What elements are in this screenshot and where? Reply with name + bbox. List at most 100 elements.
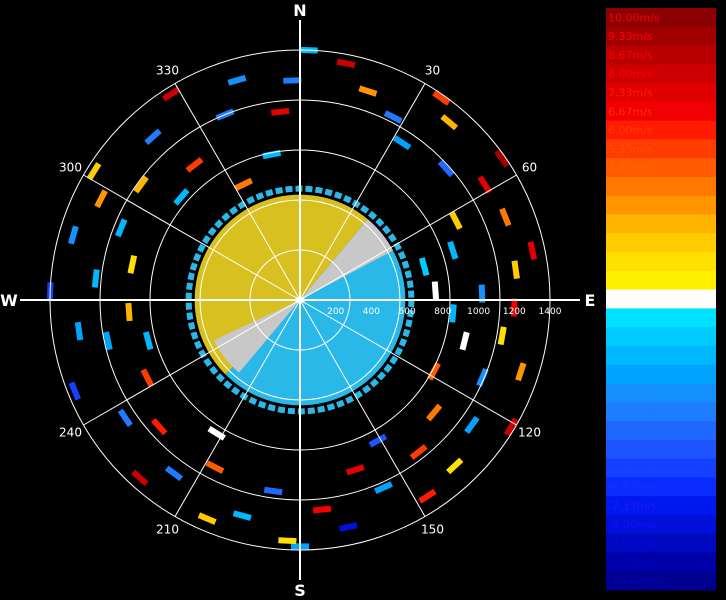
echo-mark [151,418,168,436]
scale-label: -10.00m/s [608,575,664,588]
echo-mark [205,460,225,474]
echo-mark [418,257,430,277]
echo-mark [418,488,437,504]
scale-label: -5.33m/s [608,443,657,456]
echo-mark [409,444,428,460]
bearing-label: 240 [59,426,82,440]
echo-mark [497,326,507,346]
echo-mark [117,408,133,427]
echo-mark [426,403,443,422]
echo-mark [383,110,403,124]
scale-label: 4.00m/s [608,180,653,193]
compass-west: W [0,291,18,310]
scale-label: -2.00m/s [608,349,657,362]
bearing-label: 120 [518,426,541,440]
echo-mark [115,218,128,238]
echo-mark [94,189,108,209]
scale-label: 9.33m/s [608,30,653,43]
bearing-label: 150 [421,523,444,537]
echo-mark [142,331,154,351]
compass-north: N [293,1,306,20]
bearing-label: 210 [156,523,179,537]
echo-mark [464,415,480,434]
scale-label: -3.33m/s [608,387,657,400]
scale-label: 2.00m/s [608,237,653,250]
echo-mark [374,481,393,495]
echo-mark [278,537,297,545]
range-label: 1400 [539,307,562,317]
radar-plot: N E S W 30 60 120 150 210 240 300 330 200 400 600 800 10… [0,1,596,600]
scale-label: -4.67m/s [608,424,657,437]
echo-mark [338,522,358,532]
echo-mark [125,302,133,322]
bearing-label: 60 [522,161,537,175]
echo-mark [227,74,247,86]
range-label: 800 [434,307,451,317]
color-scale-legend: 10.00m/s 9.33m/s 8.67m/s 8.00m/s 7.33m/s 6.67… [606,8,716,591]
scale-label: 0.00m/s [608,293,653,306]
echo-mark [527,241,538,261]
echo-mark [283,77,302,84]
scale-label: 8.67m/s [608,49,653,62]
echo-mark [263,486,283,496]
range-label: 200 [327,307,344,317]
echo-mark [431,281,440,300]
scale-label: -6.00m/s [608,462,657,475]
echo-mark [270,107,290,116]
scale-label: 6.00m/s [608,124,653,137]
scale-label: 4.67m/s [608,162,653,175]
scale-label: 10.00m/s [608,11,660,24]
echo-mark [74,321,84,341]
scale-label: -6.67m/s [608,481,657,494]
echo-mark [336,58,356,69]
range-label: 400 [363,307,380,317]
scale-label: -7.33m/s [608,500,657,513]
compass-east: E [585,291,596,310]
echo-mark [446,457,464,475]
scale-label: 5.33m/s [608,143,653,156]
echo-mark [91,269,100,288]
echo-mark [345,464,365,476]
compass-south: S [294,581,306,600]
scale-label: 6.67m/s [608,105,653,118]
scale-label: 3.33m/s [608,199,653,212]
echo-mark [447,240,459,260]
echo-mark [499,207,512,227]
range-label: 1200 [503,307,526,317]
echo-mark [234,177,254,192]
range-label: 1000 [467,307,490,317]
echo-mark [449,211,463,230]
echo-mark [477,175,493,194]
echo-mark [197,512,217,525]
echo-mark [440,114,459,131]
echo-mark [68,381,81,401]
scale-label: 2.67m/s [608,218,653,231]
echo-mark [68,225,79,245]
scale-label: -1.33m/s [608,331,657,344]
echo-mark [515,362,527,382]
range-label: 600 [399,307,416,317]
bearing-label: 30 [425,64,440,78]
echo-mark [127,254,138,274]
echo-mark [131,469,149,487]
bearing-label: 300 [59,161,82,175]
echo-mark [392,135,412,151]
echo-mark [459,331,470,351]
scale-label: 0.67m/s [608,274,653,287]
scale-label: 8.00m/s [608,68,653,81]
echo-mark [232,510,252,521]
bearing-label: 330 [156,64,179,78]
scale-label: -8.00m/s [608,518,657,531]
scale-label: -9.33m/s [608,556,657,569]
scale-label: -0.67m/s [608,312,657,325]
echo-mark [140,368,155,388]
echo-mark [164,465,184,482]
scale-label: -4.00m/s [608,406,657,419]
scale-label: 7.33m/s [608,87,653,100]
echo-mark [437,159,455,178]
echo-mark [185,156,204,173]
scale-label: -2.67m/s [608,368,657,381]
echo-mark [358,85,378,97]
echo-mark [144,128,162,146]
scale-label: -8.67m/s [608,537,657,550]
